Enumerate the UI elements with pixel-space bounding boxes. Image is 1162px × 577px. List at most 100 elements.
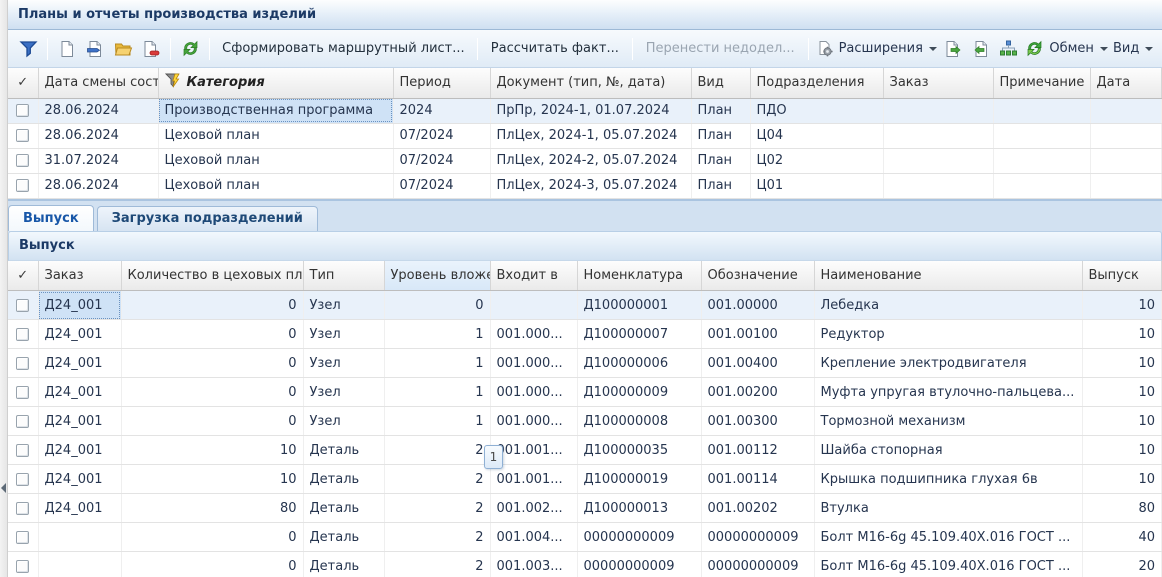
cell-level[interactable]: 1	[384, 378, 490, 407]
column-header-kind[interactable]: Вид	[691, 68, 750, 98]
cell-output[interactable]: 80	[1082, 494, 1162, 523]
cell-category[interactable]: Цеховой план	[158, 123, 393, 148]
row-checkbox[interactable]	[16, 560, 29, 573]
cell-nomenclature[interactable]: Д100000035	[577, 436, 701, 465]
cell-name[interactable]: Крепление электродвигателя	[814, 349, 1082, 378]
column-header-category[interactable]: Категория	[158, 68, 393, 98]
cell-designation[interactable]: 001.00202	[701, 494, 814, 523]
table-row[interactable]: 28.06.2024Производственная программа2024…	[8, 98, 1162, 123]
cell-note[interactable]	[993, 123, 1090, 148]
open-folder-button[interactable]	[109, 35, 137, 63]
cell-type[interactable]: Узел	[303, 349, 384, 378]
cell-type[interactable]: Деталь	[303, 436, 384, 465]
table-row[interactable]: 28.06.2024Цеховой план07/2024ПлЦех, 2024…	[8, 173, 1162, 198]
cell-type[interactable]: Узел	[303, 407, 384, 436]
tab-department-load[interactable]: Загрузка подразделений	[97, 206, 318, 231]
cell-order[interactable]	[38, 552, 121, 577]
column-header-nomenclature[interactable]: Номенклатура	[577, 261, 701, 291]
cell-name[interactable]: Крышка подшипника глухая 6в	[814, 465, 1082, 494]
calculate-fact-button[interactable]: Рассчитать факт...	[483, 35, 627, 63]
column-header-designation[interactable]: Обозначение	[701, 261, 814, 291]
cell-order[interactable]: Д24_001	[38, 349, 121, 378]
cell-name[interactable]: Лебедка	[814, 291, 1082, 320]
cell-designation[interactable]: 001.00200	[701, 378, 814, 407]
column-header-level[interactable]: Уровень вложен	[384, 261, 490, 291]
cell-output[interactable]: 10	[1082, 320, 1162, 349]
cell-order[interactable]: Д24_001	[38, 320, 121, 349]
cell-type[interactable]: Деталь	[303, 494, 384, 523]
cell-category[interactable]: Производственная программа	[158, 98, 393, 123]
import-file-button[interactable]	[967, 35, 995, 63]
cell-parent[interactable]: 001.004...	[490, 523, 577, 552]
table-row[interactable]: Д24_0010Узел1001.000...Д100000008001.003…	[8, 407, 1162, 436]
column-header-output[interactable]: Выпуск	[1082, 261, 1162, 291]
column-header-parent[interactable]: Входит в	[490, 261, 577, 291]
cell-name[interactable]: Болт М16-6g 45.109.40Х.016 ГОСТ ...	[814, 523, 1082, 552]
column-header-department[interactable]: Подразделения	[750, 68, 883, 98]
cell-period[interactable]: 2024	[393, 98, 490, 123]
delete-document-button[interactable]	[137, 35, 165, 63]
structure-button[interactable]	[995, 35, 1023, 63]
row-checkbox[interactable]	[16, 473, 29, 486]
cell-document[interactable]: ПрПр, 2024-1, 01.07.2024	[490, 98, 691, 123]
cell-parent[interactable]: 001.003...	[490, 552, 577, 577]
cell-order[interactable]: Д24_001	[38, 436, 121, 465]
cell-date2[interactable]	[1090, 98, 1162, 123]
cell-output[interactable]: 10	[1082, 378, 1162, 407]
cell-output[interactable]: 10	[1082, 465, 1162, 494]
column-header-type[interactable]: Тип	[303, 261, 384, 291]
cell-period[interactable]: 07/2024	[393, 173, 490, 198]
cell-order[interactable]: Д24_001	[38, 378, 121, 407]
cell-nomenclature[interactable]: 00000000009	[577, 552, 701, 577]
row-checkbox[interactable]	[16, 154, 29, 167]
cell-name[interactable]: Шайба стопорная	[814, 436, 1082, 465]
cell-output[interactable]: 10	[1082, 349, 1162, 378]
cell-type[interactable]: Узел	[303, 320, 384, 349]
cell-category[interactable]: Цеховой план	[158, 148, 393, 173]
row-checkbox[interactable]	[16, 415, 29, 428]
cell-note[interactable]	[993, 173, 1090, 198]
table-row[interactable]: Д24_0010Узел1001.000...Д100000006001.004…	[8, 349, 1162, 378]
cell-kind[interactable]: План	[691, 98, 750, 123]
table-row[interactable]: Д24_0010Узел1001.000...Д100000007001.001…	[8, 320, 1162, 349]
cell-parent[interactable]: 001.000...	[490, 320, 577, 349]
table-row[interactable]: 31.07.2024Цеховой план07/2024ПлЦех, 2024…	[8, 148, 1162, 173]
cell-level[interactable]: 1	[384, 407, 490, 436]
column-header-period[interactable]: Период	[393, 68, 490, 98]
cell-type[interactable]: Узел	[303, 378, 384, 407]
cell-output[interactable]: 20	[1082, 552, 1162, 577]
cell-order[interactable]: Д24_001	[38, 494, 121, 523]
cell-date[interactable]: 31.07.2024	[38, 148, 158, 173]
cell-qty[interactable]: 0	[121, 523, 303, 552]
cell-nomenclature[interactable]: Д100000008	[577, 407, 701, 436]
cell-level[interactable]: 2	[384, 552, 490, 577]
cell-type[interactable]: Деталь	[303, 523, 384, 552]
cell-designation[interactable]: 001.00112	[701, 436, 814, 465]
column-header-date[interactable]: Дата смены сост	[38, 68, 158, 98]
cell-level[interactable]: 2	[384, 436, 490, 465]
cell-document[interactable]: ПлЦех, 2024-3, 05.07.2024	[490, 173, 691, 198]
cell-order[interactable]	[883, 173, 993, 198]
form-route-list-button[interactable]: Сформировать маршрутный лист...	[215, 35, 472, 63]
cell-kind[interactable]: План	[691, 123, 750, 148]
cell-department[interactable]: ПДО	[750, 98, 883, 123]
cell-department[interactable]: Ц04	[750, 123, 883, 148]
cell-parent[interactable]: 001.002...	[490, 494, 577, 523]
cell-qty[interactable]: 0	[121, 378, 303, 407]
cell-parent[interactable]: 001.000...	[490, 349, 577, 378]
cell-order[interactable]	[883, 98, 993, 123]
cell-name[interactable]: Редуктор	[814, 320, 1082, 349]
cell-date[interactable]: 28.06.2024	[38, 98, 158, 123]
cell-nomenclature[interactable]: Д100000013	[577, 494, 701, 523]
row-checkbox[interactable]	[16, 357, 29, 370]
panel-splitter[interactable]	[0, 0, 8, 577]
cell-level[interactable]: 0	[384, 291, 490, 320]
cell-order[interactable]: Д24_001	[38, 465, 121, 494]
extensions-button[interactable]: Расширения	[814, 35, 939, 63]
filter-button[interactable]	[14, 35, 42, 63]
tab-output[interactable]: Выпуск	[8, 205, 94, 231]
column-header-order[interactable]: Заказ	[883, 68, 993, 98]
cell-type[interactable]: Деталь	[303, 465, 384, 494]
cell-designation[interactable]: 00000000009	[701, 552, 814, 577]
cell-qty[interactable]: 0	[121, 349, 303, 378]
